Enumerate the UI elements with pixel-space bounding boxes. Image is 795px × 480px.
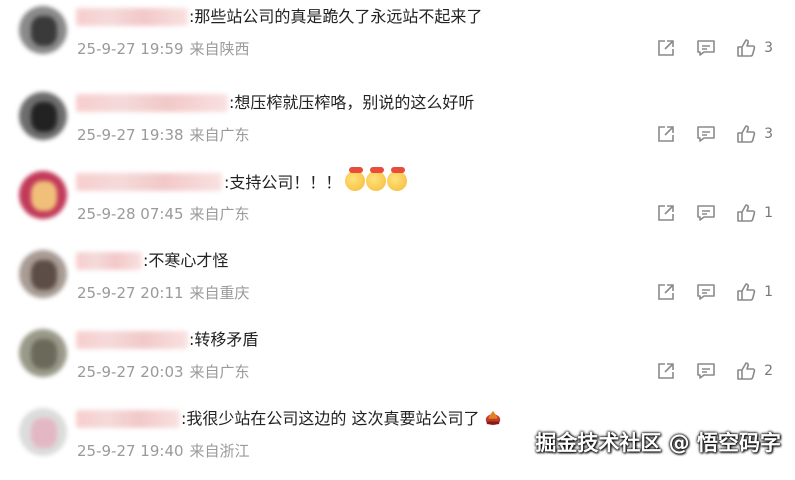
like-count: 1 xyxy=(764,205,773,221)
comment-date: 25-9-27 20:03 xyxy=(77,363,184,381)
thumbs-up-icon xyxy=(737,39,756,57)
comment-text: :那些站公司的真是跪久了永远站不起来了 xyxy=(189,7,483,26)
comment-text: :转移矛盾 xyxy=(189,330,259,349)
username-redacted[interactable] xyxy=(76,331,188,349)
username-redacted[interactable] xyxy=(76,410,180,428)
emoji-group xyxy=(345,167,408,197)
username-redacted[interactable] xyxy=(76,8,188,26)
avatar[interactable] xyxy=(19,92,67,140)
comment-text: :想压榨就压榨咯，别说的这么好听 xyxy=(229,93,475,112)
avatar[interactable] xyxy=(19,6,67,54)
comment-location: 来自浙江 xyxy=(189,442,250,460)
thumbs-up-icon xyxy=(737,204,756,222)
comment-item: :不寒心才怪 25-9-27 20:11 来自重庆 1 xyxy=(0,244,795,322)
forward-icon[interactable] xyxy=(656,282,676,302)
comment-actions: 3 xyxy=(656,38,773,58)
comment-actions: 1 xyxy=(656,282,773,302)
comment-icon[interactable] xyxy=(696,203,716,223)
comment-meta: 25-9-27 20:11 来自重庆 xyxy=(77,282,250,303)
comment-date: 25-9-27 19:38 xyxy=(77,126,184,144)
comment-date: 25-9-27 19:59 xyxy=(77,40,184,58)
comment-location: 来自广东 xyxy=(189,363,250,381)
comment-actions: 2 xyxy=(656,361,773,381)
comment-actions: 3 xyxy=(656,124,773,144)
avatar[interactable] xyxy=(19,329,67,377)
comment-item: :转移矛盾 25-9-27 20:03 来自广东 2 xyxy=(0,323,795,401)
forward-icon[interactable] xyxy=(656,203,676,223)
avatar[interactable] xyxy=(19,250,67,298)
comment-icon[interactable] xyxy=(696,282,716,302)
forward-icon[interactable] xyxy=(656,38,676,58)
comment-text-body: :支持公司！！！ xyxy=(224,173,342,192)
username-redacted[interactable] xyxy=(76,94,228,112)
comment-location: 来自广东 xyxy=(189,205,250,223)
comment-meta: 25-9-28 07:45 来自广东 xyxy=(77,203,250,224)
like-button[interactable]: 3 xyxy=(736,124,773,144)
comment-actions: 1 xyxy=(656,203,773,223)
thumbs-up-icon xyxy=(737,362,756,380)
username-redacted[interactable] xyxy=(76,173,222,191)
comment-text: :不寒心才怪 xyxy=(143,251,229,270)
comment-icon[interactable] xyxy=(696,124,716,144)
thumbs-up-icon xyxy=(737,125,756,143)
comment-item: :那些站公司的真是跪久了永远站不起来了 25-9-27 19:59 来自陕西 3 xyxy=(0,0,795,78)
comment-location: 来自重庆 xyxy=(189,284,250,302)
emoji-icon xyxy=(387,167,408,191)
comment-date: 25-9-27 19:40 xyxy=(77,442,184,460)
comment-location: 来自陕西 xyxy=(189,40,250,58)
comment-date: 25-9-28 07:45 xyxy=(77,205,184,223)
comment-location: 来自广东 xyxy=(189,126,250,144)
thumbs-up-icon xyxy=(737,283,756,301)
comment-text: :支持公司！！！ xyxy=(224,167,408,197)
like-button[interactable]: 1 xyxy=(736,203,773,223)
like-count: 2 xyxy=(764,363,773,379)
like-count: 1 xyxy=(764,284,773,300)
avatar[interactable] xyxy=(19,408,67,456)
comment-icon[interactable] xyxy=(696,38,716,58)
comment-icon[interactable] xyxy=(696,361,716,381)
comment-text: :我很少站在公司这边的 这次真要站公司了 xyxy=(181,409,480,428)
comment-meta: 25-9-27 19:38 来自广东 xyxy=(77,124,250,145)
like-button[interactable]: 1 xyxy=(736,282,773,302)
emoji-icon xyxy=(345,167,366,191)
username-redacted[interactable] xyxy=(76,252,142,270)
comment-meta: 25-9-27 19:40 来自浙江 xyxy=(77,440,250,461)
comment-item: :想压榨就压榨咯，别说的这么好听 25-9-27 19:38 来自广东 3 xyxy=(0,86,795,164)
comment-item: :支持公司！！！ 25-9-28 07:45 来自广东 1 xyxy=(0,165,795,243)
like-count: 3 xyxy=(764,40,773,56)
comment-meta: 25-9-27 19:59 来自陕西 xyxy=(77,38,250,59)
forward-icon[interactable] xyxy=(656,124,676,144)
avatar[interactable] xyxy=(19,171,67,219)
comment-date: 25-9-27 20:11 xyxy=(77,284,184,302)
forward-icon[interactable] xyxy=(656,361,676,381)
like-count: 3 xyxy=(764,126,773,142)
emoji-icon xyxy=(366,167,387,191)
fire-emoji-icon xyxy=(485,410,501,426)
comment-meta: 25-9-27 20:03 来自广东 xyxy=(77,361,250,382)
like-button[interactable]: 3 xyxy=(736,38,773,58)
like-button[interactable]: 2 xyxy=(736,361,773,381)
watermark: 掘金技术社区 @ 悟空码字 xyxy=(535,431,781,455)
